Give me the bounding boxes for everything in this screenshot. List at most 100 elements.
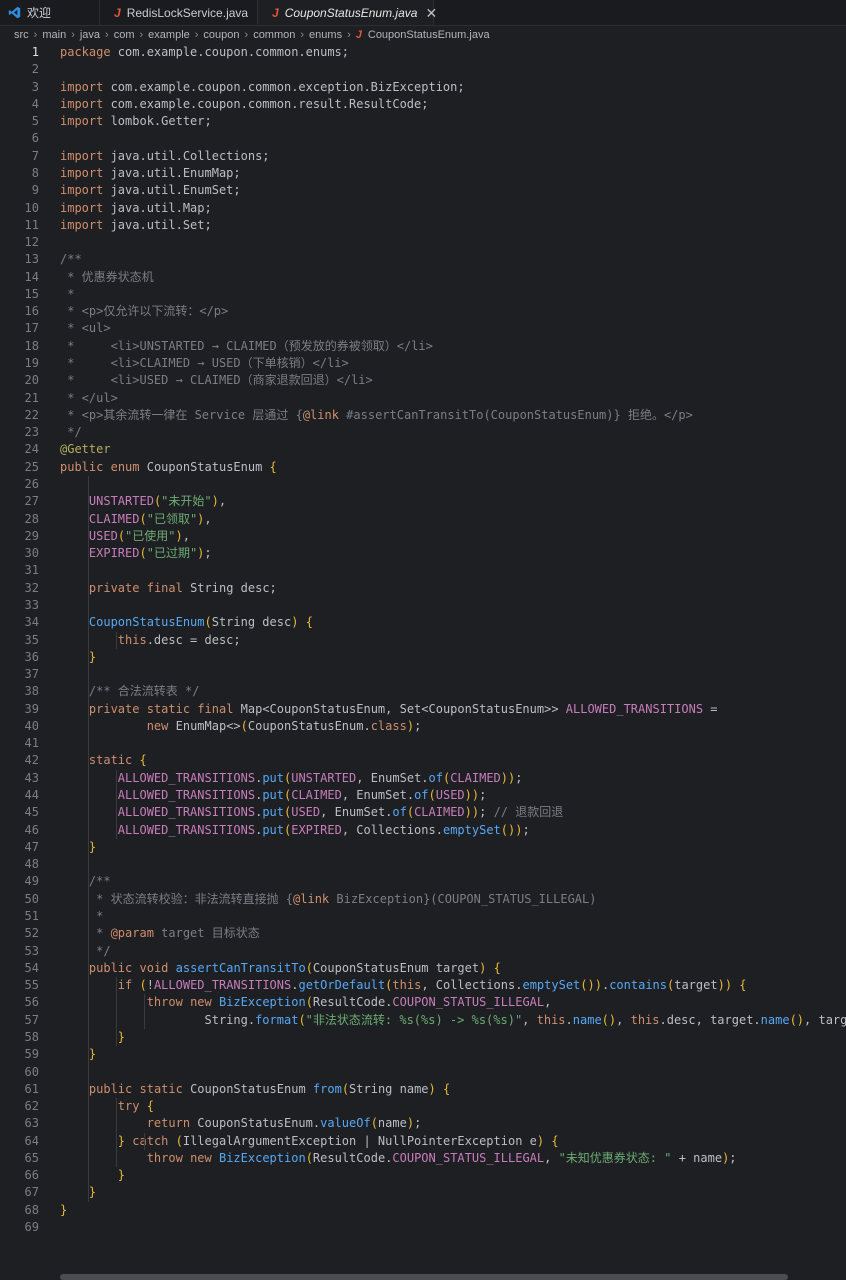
code-text[interactable]: * <li>USED → CLAIMED（商家退款回退）</li> (60, 372, 373, 389)
code-line[interactable]: 22 * <p>其余流转一律在 Service 层通过 {@link #asse… (0, 407, 846, 424)
code-line[interactable]: 39 private static final Map<CouponStatus… (0, 701, 846, 718)
code-text[interactable]: /** 合法流转表 */ (60, 683, 200, 700)
code-line[interactable]: 24 @Getter (0, 441, 846, 458)
code-line[interactable]: 3 import com.example.coupon.common.except… (0, 79, 846, 96)
code-line[interactable]: 16 * <p>仅允许以下流转：</p> (0, 303, 846, 320)
code-line[interactable]: 30 EXPIRED("已过期"); (0, 545, 846, 562)
code-text[interactable]: * @param target 目标状态 (60, 925, 260, 942)
code-text[interactable]: CLAIMED("已领取"), (60, 511, 212, 528)
code-line[interactable]: 60 (0, 1064, 846, 1081)
code-text[interactable]: ALLOWED_TRANSITIONS.put(CLAIMED, EnumSet… (60, 787, 487, 804)
code-text[interactable]: * (60, 286, 74, 303)
code-line[interactable]: 34 CouponStatusEnum(String desc) { (0, 614, 846, 631)
code-line[interactable]: 44 ALLOWED_TRANSITIONS.put(CLAIMED, Enum… (0, 787, 846, 804)
code-text[interactable]: ALLOWED_TRANSITIONS.put(USED, EnumSet.of… (60, 804, 563, 821)
code-text[interactable]: * </ul> (60, 390, 118, 407)
code-line[interactable]: 64 } catch (IllegalArgumentException | N… (0, 1133, 846, 1150)
code-line[interactable]: 67 } (0, 1184, 846, 1201)
code-line[interactable]: 4 import com.example.coupon.common.result… (0, 96, 846, 113)
code-text[interactable]: */ (60, 943, 110, 960)
code-line[interactable]: 9 import java.util.EnumSet; (0, 182, 846, 199)
code-text[interactable]: try { (60, 1098, 154, 1115)
close-icon[interactable]: ✕ (425, 6, 437, 20)
code-editor[interactable]: 1 package com.example.coupon.common.enums… (0, 44, 846, 1270)
code-line[interactable]: 38 /** 合法流转表 */ (0, 683, 846, 700)
code-text[interactable]: ALLOWED_TRANSITIONS.put(UNSTARTED, EnumS… (60, 770, 523, 787)
code-line[interactable]: 57 String.format("非法状态流转: %s(%s) -> %s(%… (0, 1012, 846, 1029)
code-text[interactable]: * <p>其余流转一律在 Service 层通过 {@link #assertC… (60, 407, 693, 424)
code-line[interactable]: 46 ALLOWED_TRANSITIONS.put(EXPIRED, Coll… (0, 822, 846, 839)
code-text[interactable]: } (60, 1184, 96, 1201)
code-line[interactable]: 69 (0, 1219, 846, 1236)
code-line[interactable]: 32 private final String desc; (0, 580, 846, 597)
code-line[interactable]: 54 public void assertCanTransitTo(Coupon… (0, 960, 846, 977)
code-text[interactable]: public static CouponStatusEnum from(Stri… (60, 1081, 450, 1098)
code-text[interactable]: * <p>仅允许以下流转：</p> (60, 303, 228, 320)
code-line[interactable]: 56 throw new BizException(ResultCode.COU… (0, 994, 846, 1011)
code-line[interactable]: 36 } (0, 649, 846, 666)
code-text[interactable]: } (60, 1167, 125, 1184)
breadcrumb-item[interactable]: src (14, 29, 29, 41)
code-line[interactable]: 52 * @param target 目标状态 (0, 925, 846, 942)
horizontal-scrollbar[interactable] (60, 1274, 788, 1280)
code-line[interactable]: 14 * 优惠券状态机 (0, 269, 846, 286)
code-line[interactable]: 19 * <li>CLAIMED → USED（下单核销）</li> (0, 355, 846, 372)
code-line[interactable]: 48 (0, 856, 846, 873)
code-text[interactable]: return CouponStatusEnum.valueOf(name); (60, 1115, 422, 1132)
code-line[interactable]: 18 * <li>UNSTARTED → CLAIMED（预发放的券被领取）</… (0, 338, 846, 355)
code-line[interactable]: 50 * 状态流转校验：非法流转直接抛 {@link BizException}… (0, 891, 846, 908)
code-line[interactable]: 27 UNSTARTED("未开始"), (0, 493, 846, 510)
code-text[interactable]: import com.example.coupon.common.excepti… (60, 79, 465, 96)
code-line[interactable]: 8 import java.util.EnumMap; (0, 165, 846, 182)
breadcrumb-file[interactable]: CouponStatusEnum.java (368, 29, 490, 41)
code-line[interactable]: 45 ALLOWED_TRANSITIONS.put(USED, EnumSet… (0, 804, 846, 821)
code-line[interactable]: 66 } (0, 1167, 846, 1184)
code-line[interactable]: 21 * </ul> (0, 390, 846, 407)
code-text[interactable]: new EnumMap<>(CouponStatusEnum.class); (60, 718, 422, 735)
code-line[interactable]: 10 import java.util.Map; (0, 200, 846, 217)
code-text[interactable]: * <li>CLAIMED → USED（下单核销）</li> (60, 355, 349, 372)
code-text[interactable]: ALLOWED_TRANSITIONS.put(EXPIRED, Collect… (60, 822, 530, 839)
code-text[interactable]: import lombok.Getter; (60, 113, 212, 130)
code-text[interactable]: } (60, 1202, 67, 1219)
code-text[interactable]: import java.util.EnumSet; (60, 182, 241, 199)
code-text[interactable]: public enum CouponStatusEnum { (60, 459, 277, 476)
code-line[interactable]: 62 try { (0, 1098, 846, 1115)
code-line[interactable]: 55 if (!ALLOWED_TRANSITIONS.getOrDefault… (0, 977, 846, 994)
code-text[interactable]: * <li>UNSTARTED → CLAIMED（预发放的券被领取）</li> (60, 338, 433, 355)
tab-redis-lock-service[interactable]: J RedisLockService.java (100, 0, 258, 25)
code-line[interactable]: 47 } (0, 839, 846, 856)
code-text[interactable]: USED("已使用"), (60, 528, 190, 545)
code-text[interactable]: import com.example.coupon.common.result.… (60, 96, 428, 113)
code-text[interactable]: public void assertCanTransitTo(CouponSta… (60, 960, 501, 977)
code-text[interactable]: * 状态流转校验：非法流转直接抛 {@link BizException}(CO… (60, 891, 596, 908)
code-line[interactable]: 63 return CouponStatusEnum.valueOf(name)… (0, 1115, 846, 1132)
code-line[interactable]: 11 import java.util.Set; (0, 217, 846, 234)
tab-coupon-status-enum[interactable]: J CouponStatusEnum.java ✕ (258, 0, 437, 25)
code-text[interactable]: import java.util.Set; (60, 217, 212, 234)
code-text[interactable]: static { (60, 752, 147, 769)
code-text[interactable]: import java.util.Map; (60, 200, 212, 217)
code-line[interactable]: 13 /** (0, 251, 846, 268)
code-line[interactable]: 15 * (0, 286, 846, 303)
code-line[interactable]: 6 (0, 130, 846, 147)
tab-welcome[interactable]: 欢迎 (0, 0, 100, 25)
code-line[interactable]: 58 } (0, 1029, 846, 1046)
code-line[interactable]: 12 (0, 234, 846, 251)
code-line[interactable]: 5 import lombok.Getter; (0, 113, 846, 130)
code-text[interactable]: */ (60, 424, 81, 441)
code-line[interactable]: 26 (0, 476, 846, 493)
code-line[interactable]: 49 /** (0, 873, 846, 890)
code-line[interactable]: 59 } (0, 1046, 846, 1063)
code-line[interactable]: 37 (0, 666, 846, 683)
code-text[interactable]: private static final Map<CouponStatusEnu… (60, 701, 718, 718)
code-line[interactable]: 33 (0, 597, 846, 614)
code-line[interactable]: 42 static { (0, 752, 846, 769)
code-line[interactable]: 1 package com.example.coupon.common.enums… (0, 44, 846, 61)
code-line[interactable]: 65 throw new BizException(ResultCode.COU… (0, 1150, 846, 1167)
code-line[interactable]: 35 this.desc = desc; (0, 632, 846, 649)
code-line[interactable]: 7 import java.util.Collections; (0, 148, 846, 165)
code-line[interactable]: 68} (0, 1202, 846, 1219)
code-line[interactable]: 53 */ (0, 943, 846, 960)
breadcrumb-item[interactable]: enums (309, 29, 342, 41)
